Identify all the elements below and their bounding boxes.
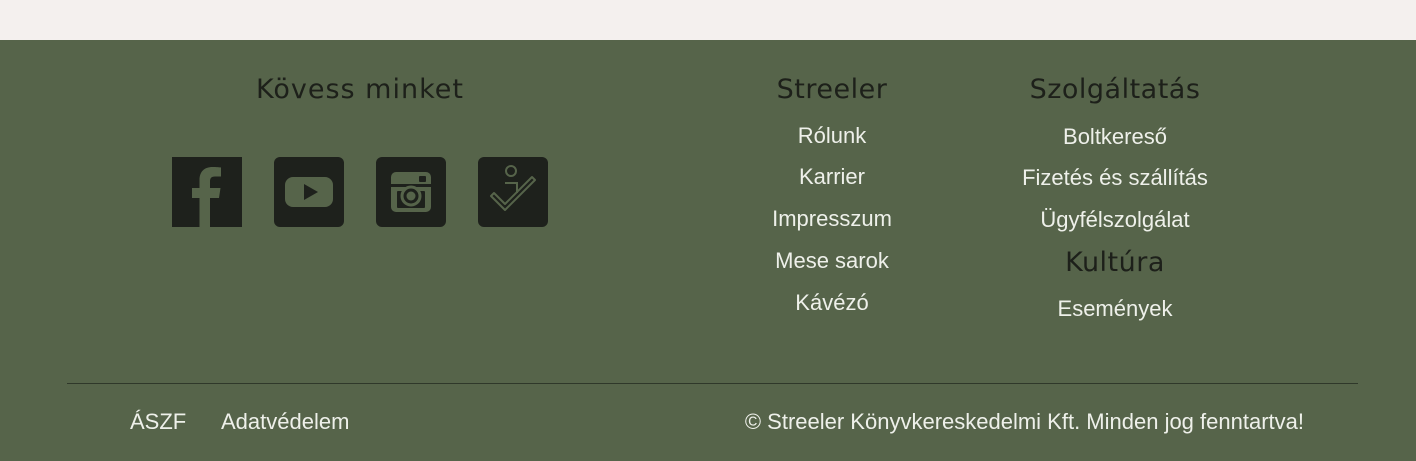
footer-link-rolunk[interactable]: Rólunk	[742, 123, 922, 149]
top-band	[0, 0, 1416, 40]
streeler-heading: Streeler	[776, 74, 888, 105]
youtube-link[interactable]	[274, 157, 344, 227]
footer-link-boltkereso[interactable]: Boltkereső	[1007, 124, 1223, 150]
facebook-link[interactable]	[172, 157, 242, 227]
instagram-icon	[391, 172, 431, 212]
footer-link-esemenyek[interactable]: Események	[1007, 296, 1223, 322]
footer-link-karrier[interactable]: Karrier	[742, 164, 922, 190]
social-links	[172, 157, 548, 227]
footer-link-kavezo[interactable]: Kávézó	[742, 290, 922, 316]
footer-link-fizetes-szallitas[interactable]: Fizetés és szállítás	[1007, 165, 1223, 191]
footer-link-mese-sarok[interactable]: Mese sarok	[742, 248, 922, 274]
follow-us-heading: Kövess minket	[256, 74, 464, 105]
privacy-link[interactable]: Adatvédelem	[221, 409, 349, 435]
youtube-icon	[285, 177, 333, 207]
checkin-link[interactable]	[478, 157, 548, 227]
facebook-icon	[172, 157, 242, 227]
copyright-text: © Streeler Könyvkereskedelmi Kft. Minden…	[744, 409, 1304, 434]
aszf-link[interactable]: ÁSZF	[130, 409, 186, 435]
footer-link-ugyfelszolgalat[interactable]: Ügyfélszolgálat	[1007, 207, 1223, 233]
footer-divider	[67, 383, 1358, 384]
site-footer: Kövess minket Streeler Rólunk Karrier Im…	[0, 40, 1416, 461]
services-heading: Szolgáltatás	[1029, 74, 1201, 105]
culture-heading: Kultúra	[1065, 247, 1165, 278]
footer-link-impresszum[interactable]: Impresszum	[742, 206, 922, 232]
checkin-icon	[490, 165, 536, 211]
instagram-link[interactable]	[376, 157, 446, 227]
